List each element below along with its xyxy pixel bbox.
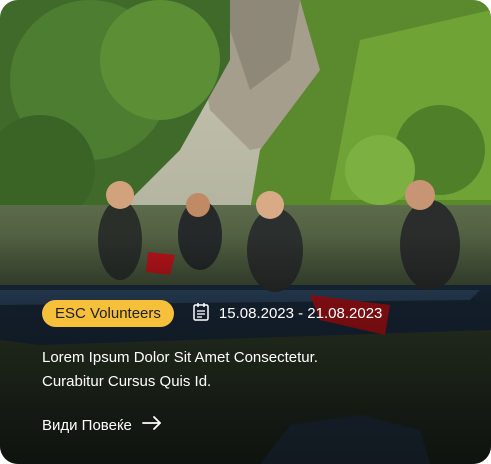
category-badge: ESC Volunteers xyxy=(42,300,174,327)
card-meta: ESC Volunteers 15.08.2023 - 21.08.2023 xyxy=(42,300,382,327)
description-line: Curabitur Cursus Quis Id. xyxy=(42,373,212,390)
event-card[interactable]: ESC Volunteers 15.08.2023 - 21.08.2023 L… xyxy=(0,0,491,464)
see-more-label: Види Повеќе xyxy=(42,416,132,434)
date-text: 15.08.2023 - 21.08.2023 xyxy=(218,305,383,322)
card-description: Lorem Ipsum Dolor Sit Amet Consectetur. … xyxy=(42,346,442,394)
description-line: Lorem Ipsum Dolor Sit Amet Consectetur. xyxy=(42,349,318,366)
calendar-icon xyxy=(192,302,210,325)
date-range: 15.08.2023 - 21.08.2023 xyxy=(192,302,382,325)
arrow-right-icon xyxy=(141,415,162,435)
see-more-link[interactable]: Види Повеќе xyxy=(42,415,162,435)
